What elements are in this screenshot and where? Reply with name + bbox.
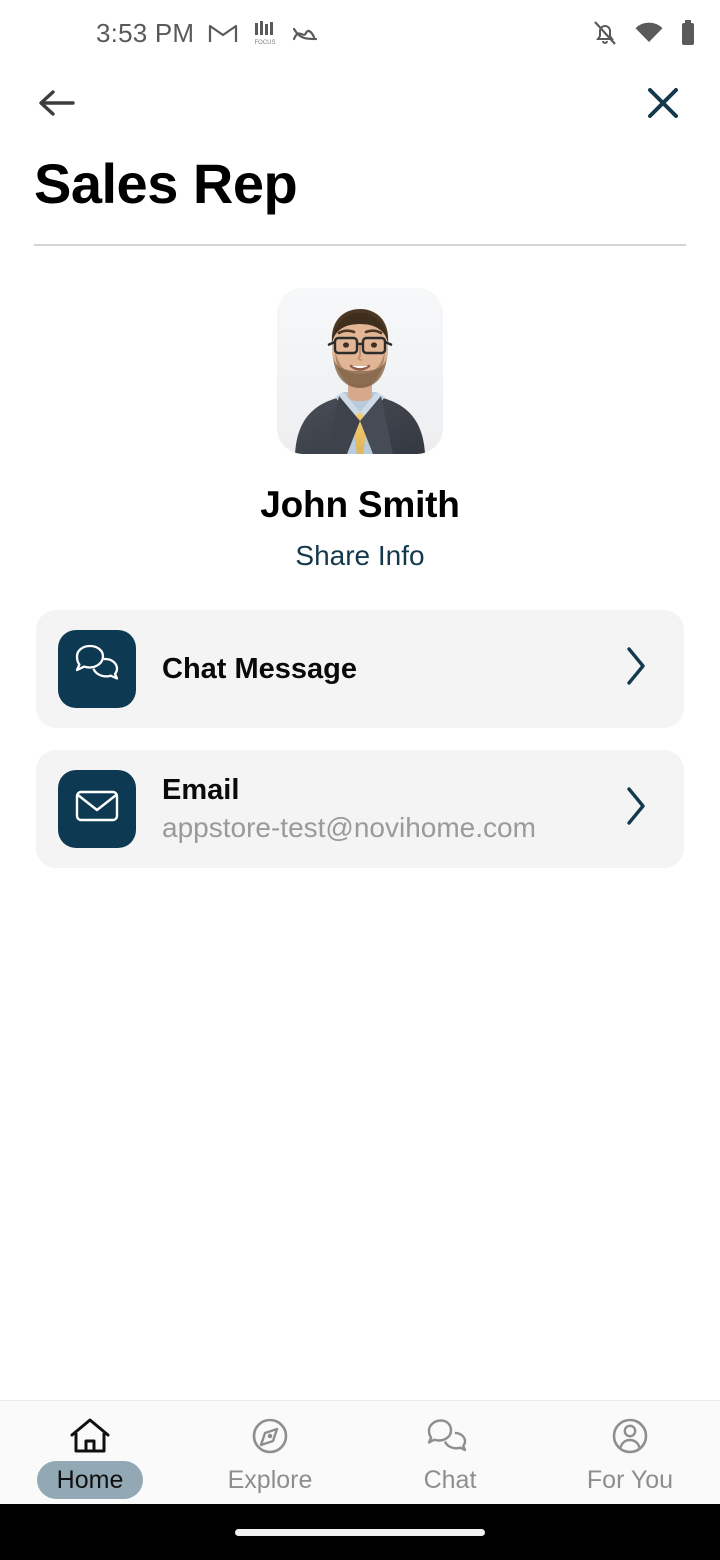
chat-bubbles-icon	[73, 644, 121, 693]
share-info-link[interactable]: Share Info	[295, 540, 424, 572]
nav-label-chat: Chat	[423, 1465, 477, 1494]
status-bar-left: 3:53 PM FOCUS	[0, 18, 320, 49]
avatar-photo	[277, 287, 443, 454]
chevron-right-icon	[623, 784, 649, 833]
email-tile	[58, 769, 136, 848]
svg-text:FOCUS: FOCUS	[255, 40, 276, 46]
nav-label-explore: Explore	[227, 1465, 313, 1494]
status-bar: 3:53 PM FOCUS	[0, 0, 720, 66]
gesture-pill[interactable]	[235, 1528, 485, 1536]
chevron-right-icon	[623, 644, 649, 693]
nav-label-for-you: For You	[586, 1465, 674, 1494]
nav-item-home[interactable]: Home	[0, 1401, 180, 1504]
focus-icon: FOCUS	[252, 20, 278, 46]
envelope-icon	[73, 786, 121, 831]
gmail-icon	[208, 21, 238, 45]
notifications-off-icon	[592, 19, 618, 47]
email-row[interactable]: Email appstore-test@novihome.com	[36, 749, 684, 868]
activity-waves-icon	[292, 23, 320, 43]
chat-message-tile	[58, 629, 136, 708]
wifi-icon	[634, 21, 664, 45]
page-title-wrap: Sales Rep	[0, 144, 720, 216]
chat-message-title: Chat Message	[162, 652, 358, 685]
compass-icon	[247, 1411, 293, 1457]
system-gesture-bar	[0, 1504, 720, 1560]
home-icon	[67, 1411, 113, 1457]
person-circle-icon	[607, 1411, 653, 1457]
nav-label-home: Home	[36, 1460, 144, 1499]
chat-message-row[interactable]: Chat Message	[36, 609, 684, 728]
email-chevron[interactable]	[614, 784, 658, 833]
action-list: Chat Message Email appstore-test@novihom…	[0, 572, 720, 868]
arrow-left-icon	[35, 85, 79, 126]
profile-section: John Smith Share Info	[0, 246, 720, 572]
back-button[interactable]	[34, 82, 80, 128]
app-screen: 3:53 PM FOCUS Sales Rep John Smith Share…	[0, 0, 720, 1560]
close-button[interactable]	[640, 82, 686, 128]
avatar	[277, 287, 443, 454]
email-title: Email	[162, 773, 240, 806]
app-bar	[0, 66, 720, 144]
email-text: Email appstore-test@novihome.com	[162, 772, 536, 847]
status-time: 3:53 PM	[96, 17, 195, 48]
email-address: appstore-test@novihome.com	[162, 811, 536, 843]
bottom-navigation: Home Explore Chat For You	[0, 1400, 720, 1504]
page-title: Sales Rep	[34, 152, 298, 215]
battery-full-icon	[680, 19, 696, 47]
nav-item-explore[interactable]: Explore	[180, 1401, 360, 1504]
profile-name: John Smith	[260, 483, 460, 525]
nav-item-chat[interactable]: Chat	[360, 1401, 540, 1504]
chat-message-chevron[interactable]	[614, 644, 658, 693]
nav-item-for-you[interactable]: For You	[540, 1401, 720, 1504]
chat-message-text: Chat Message	[162, 651, 357, 687]
status-bar-right	[592, 19, 696, 47]
chat-icon	[426, 1411, 474, 1457]
close-icon	[643, 83, 683, 128]
